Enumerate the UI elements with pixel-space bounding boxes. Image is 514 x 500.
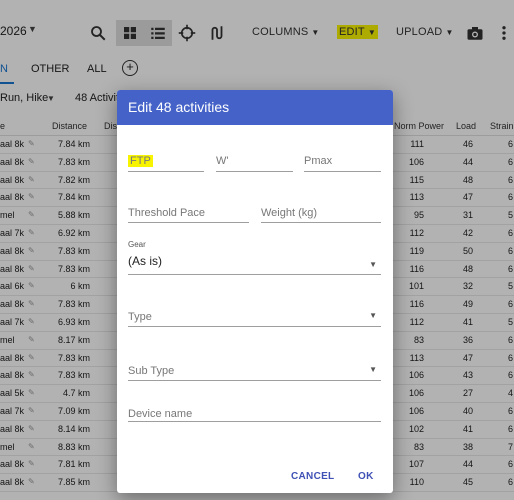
type-label: Type	[128, 311, 152, 323]
chevron-down-icon: ▼	[369, 311, 377, 320]
cancel-button[interactable]: CANCEL	[291, 471, 334, 482]
ftp-label: FTP	[128, 155, 153, 167]
ok-button[interactable]: OK	[358, 471, 374, 482]
pmax-field[interactable]: Pmax	[304, 151, 381, 172]
gear-select[interactable]: Gear (As is) ▼	[128, 240, 381, 275]
w-prime-label: W'	[216, 155, 229, 167]
edit-activities-dialog: Edit 48 activities FTP W' Pmax Threshold…	[117, 90, 393, 493]
gear-label: Gear	[128, 240, 146, 249]
sub-type-label: Sub Type	[128, 365, 175, 377]
ftp-field[interactable]: FTP	[128, 151, 204, 172]
weight-field[interactable]: Weight (kg)	[261, 203, 381, 223]
pmax-label: Pmax	[304, 155, 333, 167]
weight-label: Weight (kg)	[261, 207, 318, 219]
field-underline	[128, 222, 249, 223]
field-underline	[128, 171, 204, 172]
field-underline	[216, 171, 293, 172]
threshold-pace-label: Threshold Pace	[128, 207, 206, 219]
threshold-pace-field[interactable]: Threshold Pace	[128, 203, 249, 223]
device-name-field[interactable]: Device name	[128, 404, 381, 422]
field-underline	[128, 326, 381, 327]
chevron-down-icon: ▼	[369, 365, 377, 374]
gear-value: (As is)	[128, 254, 162, 268]
field-underline	[304, 171, 381, 172]
field-underline	[128, 421, 381, 422]
dialog-title: Edit 48 activities	[117, 90, 393, 125]
field-underline	[128, 274, 381, 275]
sub-type-select[interactable]: Sub Type ▼	[128, 361, 381, 381]
chevron-down-icon: ▼	[369, 260, 377, 269]
w-prime-field[interactable]: W'	[216, 151, 293, 172]
type-select[interactable]: Type ▼	[128, 307, 381, 327]
field-underline	[261, 222, 381, 223]
field-underline	[128, 380, 381, 381]
device-name-label: Device name	[128, 408, 193, 420]
